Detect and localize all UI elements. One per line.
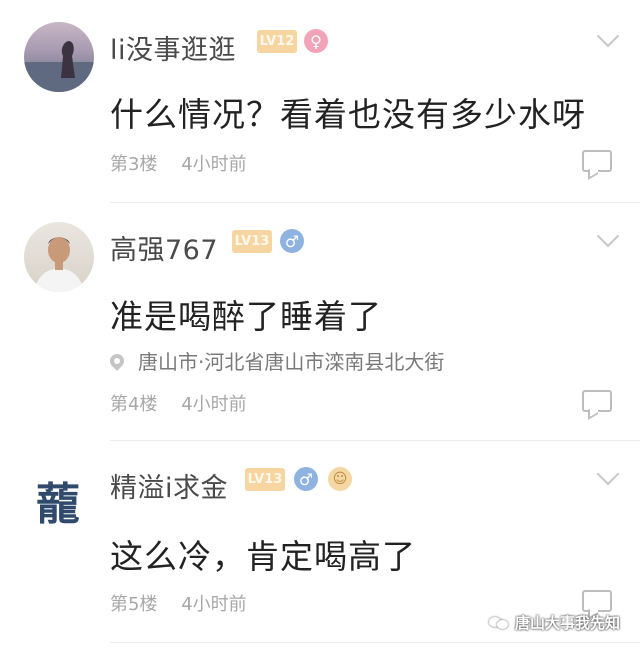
floor-label: 第4楼 xyxy=(110,394,158,415)
comment-meta: 第4楼 4小时前 xyxy=(110,390,265,416)
comment-meta: 第3楼 4小时前 xyxy=(110,150,265,176)
watermark: 唐山大事我先知 xyxy=(488,612,620,633)
male-icon: ♂ xyxy=(280,229,304,253)
timestamp: 4小时前 xyxy=(181,594,247,615)
chevron-down-icon[interactable] xyxy=(596,24,620,48)
comment-text: 这么冷，肯定喝高了 xyxy=(110,537,416,576)
floor-label: 第5楼 xyxy=(110,594,158,615)
chevron-down-icon[interactable] xyxy=(596,224,620,248)
comment-text: 准是喝醉了睡着了 xyxy=(110,297,382,336)
location-pin-icon xyxy=(107,350,127,371)
divider xyxy=(110,202,640,203)
location-tag[interactable]: 唐山市·河北省唐山市滦南县北大街 xyxy=(107,346,445,375)
avatar[interactable] xyxy=(24,222,94,292)
watermark-text: 唐山大事我先知 xyxy=(514,614,620,632)
avatar[interactable] xyxy=(24,22,94,92)
avatar[interactable]: 蘢 xyxy=(24,460,94,530)
username[interactable]: 精溢i求金 xyxy=(110,466,228,505)
divider xyxy=(110,642,640,643)
level-badge: LV13 xyxy=(232,230,272,253)
floor-label: 第3楼 xyxy=(110,154,158,175)
username[interactable]: li没事逛逛 xyxy=(110,28,236,67)
username[interactable]: 高强767 xyxy=(110,228,218,267)
emoji-badge-icon: ☺ xyxy=(328,467,352,491)
level-badge: LV13 xyxy=(245,468,285,491)
reply-icon[interactable] xyxy=(582,150,612,172)
divider xyxy=(110,440,640,441)
level-badge: LV12 xyxy=(257,30,297,53)
location-text: 唐山市·河北省唐山市滦南县北大街 xyxy=(138,350,445,374)
reply-icon[interactable] xyxy=(582,590,612,612)
timestamp: 4小时前 xyxy=(181,394,247,415)
comment-meta: 第5楼 4小时前 xyxy=(110,590,265,616)
reply-icon[interactable] xyxy=(582,390,612,412)
male-icon: ♂ xyxy=(294,467,318,491)
comment-text: 什么情况？看着也没有多少水呀 xyxy=(110,95,586,134)
wechat-icon xyxy=(488,615,509,631)
avatar-calligraphy: 蘢 xyxy=(36,479,80,530)
female-icon: ♀ xyxy=(304,29,328,53)
timestamp: 4小时前 xyxy=(181,154,247,175)
chevron-down-icon[interactable] xyxy=(596,462,620,486)
